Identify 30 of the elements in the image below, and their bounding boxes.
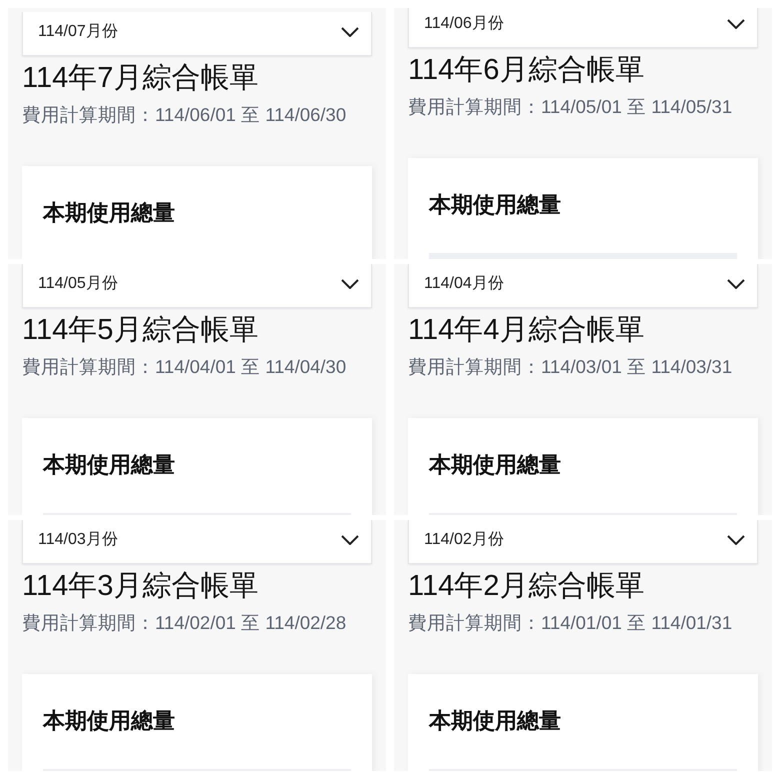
bill-title: 114年5月綜合帳單 [22,313,260,348]
chevron-down-icon [727,278,745,288]
chevron-down-icon [341,534,359,544]
billing-period: 費用計算期間：114/03/01 至 114/03/31 [408,355,734,379]
billing-period: 費用計算期間：114/06/01 至 114/06/30 [22,103,348,127]
chevron-down-icon [727,18,745,28]
month-dropdown[interactable]: 114/06月份 [408,8,758,48]
billing-period: 費用計算期間：114/05/01 至 114/05/31 [408,95,734,119]
usage-heading: 本期使用總量 [43,199,176,227]
bill-title: 114年3月綜合帳單 [22,569,260,604]
billing-period: 費用計算期間：114/02/01 至 114/02/28 [22,611,348,635]
usage-heading: 本期使用總量 [43,451,176,479]
month-dropdown[interactable]: 114/07月份 [22,12,372,56]
usage-heading: 本期使用總量 [429,451,562,479]
usage-heading: 本期使用總量 [429,707,562,735]
month-dropdown[interactable]: 114/03月份 [22,520,372,564]
chevron-down-icon [341,278,359,288]
month-dropdown[interactable]: 114/05月份 [22,264,372,308]
month-dropdown[interactable]: 114/02月份 [408,520,758,564]
bill-title: 114年4月綜合帳單 [408,313,646,348]
month-dropdown[interactable]: 114/04月份 [408,264,758,308]
billing-period: 費用計算期間：114/01/01 至 114/01/31 [408,611,734,635]
billing-period: 費用計算期間：114/04/01 至 114/04/30 [22,355,348,379]
usage-heading: 本期使用總量 [43,707,176,735]
usage-heading: 本期使用總量 [429,191,562,219]
bill-title: 114年6月綜合帳單 [408,53,646,88]
chevron-down-icon [727,534,745,544]
chevron-down-icon [341,26,359,36]
bill-title: 114年7月綜合帳單 [22,61,260,96]
bill-title: 114年2月綜合帳單 [408,569,646,604]
